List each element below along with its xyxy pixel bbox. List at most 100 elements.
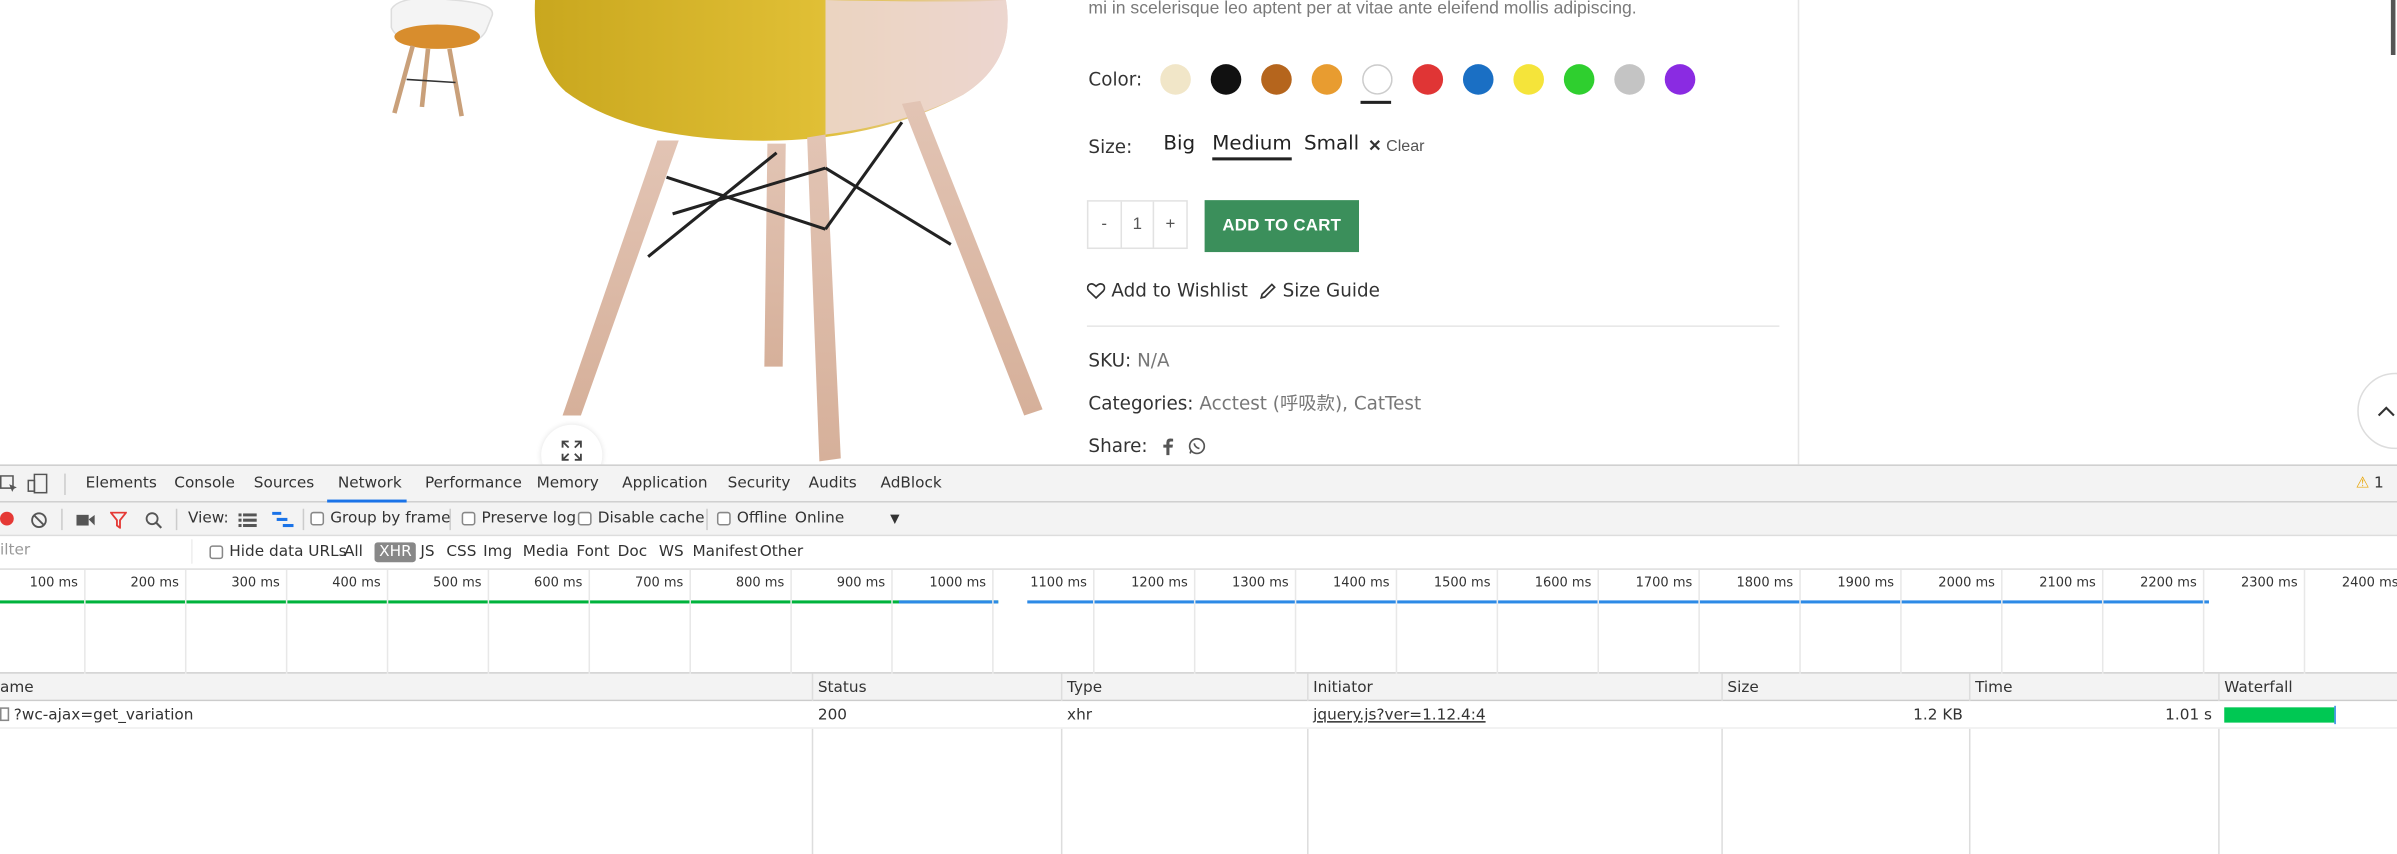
checkbox-box <box>209 545 224 560</box>
filter-type-font[interactable]: Font <box>572 542 614 562</box>
scroll-to-top-button[interactable] <box>2357 372 2397 450</box>
column-header-status[interactable]: Status <box>818 680 867 697</box>
color-swatch-cream[interactable] <box>1160 64 1191 95</box>
tab-network[interactable]: Network <box>338 475 402 492</box>
filter-type-manifest[interactable]: Manifest <box>688 542 762 562</box>
share-row: Share: <box>1088 435 1205 457</box>
timeline-tick-label: 1300 ms <box>1232 575 1289 592</box>
filter-type-img[interactable]: Img <box>478 542 516 562</box>
group-by-frame-checkbox[interactable]: Group by frame <box>310 510 451 527</box>
product-main-image[interactable] <box>520 0 1055 464</box>
sku-row: SKU: N/A <box>1088 350 1169 371</box>
size-guide-link[interactable]: Size Guide <box>1260 280 1380 301</box>
filter-type-ws[interactable]: WS <box>654 542 688 562</box>
quantity-decrease-button[interactable]: - <box>1088 202 1120 248</box>
size-option-medium[interactable]: Medium <box>1212 133 1292 161</box>
tab-elements[interactable]: Elements <box>86 475 157 492</box>
column-header-initiator[interactable]: Initiator <box>1313 680 1373 697</box>
quantity-increase-button[interactable]: + <box>1155 202 1187 248</box>
color-swatch-purple[interactable] <box>1664 64 1696 95</box>
file-icon <box>0 707 10 722</box>
network-overview-timeline[interactable]: 100 ms 200 ms 300 ms 400 ms 500 ms 600 ms 700 … <box>0 569 2397 674</box>
tab-performance[interactable]: Performance <box>425 475 522 492</box>
toolbar-separator <box>175 508 178 531</box>
filter-type-media[interactable]: Media <box>518 542 573 562</box>
color-swatch-orange[interactable] <box>1311 64 1343 95</box>
record-button[interactable] <box>0 511 14 526</box>
color-swatch-red[interactable] <box>1412 64 1444 95</box>
categories-links[interactable]: Acctest (呼吸款), CatTest <box>1199 393 1421 414</box>
column-header-name[interactable]: ame <box>0 680 34 697</box>
tab-audits[interactable]: Audits <box>809 475 857 492</box>
filter-type-js[interactable]: JS <box>416 542 439 562</box>
timeline-tick-label: 100 ms <box>29 575 78 592</box>
color-swatch-gray[interactable] <box>1614 64 1645 95</box>
table-row[interactable]: ?wc-ajax=get_variation 200 xhr jquery.js… <box>0 701 2397 729</box>
column-header-time[interactable]: Time <box>1975 680 2012 697</box>
offline-checkbox[interactable]: Offline <box>716 510 787 527</box>
product-thumbnail[interactable] <box>370 0 498 125</box>
size-label: Size: <box>1088 135 1133 158</box>
add-to-cart-button[interactable]: ADD TO CART <box>1204 200 1360 253</box>
color-swatch-green[interactable] <box>1563 64 1595 95</box>
device-toolbar-icon[interactable] <box>27 473 49 494</box>
color-swatch-blue[interactable] <box>1462 64 1494 95</box>
timeline-gridline <box>2202 569 2205 674</box>
column-header-size[interactable]: Size <box>1727 680 1758 697</box>
request-type: xhr <box>1067 707 1093 725</box>
column-header-type[interactable]: Type <box>1067 680 1102 697</box>
network-filter-bar: ilter Hide data URLs All XHR JS CSS Img … <box>0 536 2397 570</box>
throttling-select[interactable]: Online ▼ <box>795 510 900 527</box>
clear-size-button[interactable]: ✕ Clear <box>1368 137 1424 155</box>
search-icon[interactable] <box>145 512 163 529</box>
pencil-icon <box>1260 282 1276 299</box>
facebook-icon[interactable] <box>1160 437 1175 456</box>
color-swatch-brown[interactable] <box>1261 64 1292 95</box>
filter-type-all[interactable]: All <box>339 542 367 562</box>
timeline-tick-label: 1100 ms <box>1030 575 1087 592</box>
toolbar-separator <box>302 508 305 531</box>
tab-adblock[interactable]: AdBlock <box>881 475 942 492</box>
chevron-up-icon <box>2377 406 2395 417</box>
color-swatch-black[interactable] <box>1210 64 1242 95</box>
page-scrollbar[interactable] <box>2390 0 2396 55</box>
filter-type-doc[interactable]: Doc <box>613 542 652 562</box>
request-initiator-link[interactable]: jquery.js?ver=1.12.4:4 <box>1313 707 1485 724</box>
waterfall-bar-end <box>2334 705 2336 725</box>
clear-log-icon[interactable] <box>31 512 48 529</box>
color-swatch-white[interactable] <box>1362 64 1393 95</box>
timeline-gridline <box>285 569 288 674</box>
filter-input-box[interactable] <box>0 539 193 564</box>
tab-memory[interactable]: Memory <box>537 475 599 492</box>
page-column-divider <box>1797 0 1800 465</box>
whatsapp-icon[interactable] <box>1187 437 1205 455</box>
hide-data-urls-checkbox[interactable]: Hide data URLs <box>209 544 347 561</box>
column-header-waterfall[interactable]: Waterfall <box>2224 680 2292 697</box>
product-description: mi in scelerisque leo aptent per at vita… <box>1088 0 1637 19</box>
filter-type-xhr[interactable]: XHR <box>374 542 417 563</box>
timeline-tick-label: 200 ms <box>130 575 179 592</box>
disable-cache-checkbox[interactable]: Disable cache <box>577 510 705 527</box>
tab-security[interactable]: Security <box>728 475 791 492</box>
filter-type-other[interactable]: Other <box>755 542 808 562</box>
timeline-tick-label: 1700 ms <box>1635 575 1693 592</box>
size-option-big[interactable]: Big <box>1163 133 1195 156</box>
color-swatch-yellow[interactable] <box>1513 64 1544 95</box>
filter-type-css[interactable]: CSS <box>442 542 481 562</box>
camera-icon[interactable] <box>76 513 95 527</box>
preserve-log-checkbox[interactable]: Preserve log <box>461 510 576 527</box>
quantity-input[interactable]: 1 <box>1120 201 1155 248</box>
table-header: ame Status Type Initiator Size Time Wate… <box>0 673 2397 702</box>
clear-label: Clear <box>1386 137 1425 156</box>
waterfall-view-icon[interactable] <box>272 511 294 529</box>
timeline-tick-label: 1500 ms <box>1433 575 1491 592</box>
filter-icon[interactable] <box>110 511 127 529</box>
add-to-wishlist-link[interactable]: Add to Wishlist <box>1086 280 1248 301</box>
tab-console[interactable]: Console <box>174 475 235 492</box>
tab-sources[interactable]: Sources <box>254 475 314 492</box>
size-option-small[interactable]: Small <box>1304 133 1359 156</box>
inspect-element-icon[interactable] <box>0 475 18 493</box>
warnings-counter[interactable]: ⚠ 1 <box>2356 475 2384 492</box>
large-rows-icon[interactable] <box>238 513 257 528</box>
tab-application[interactable]: Application <box>622 475 707 492</box>
